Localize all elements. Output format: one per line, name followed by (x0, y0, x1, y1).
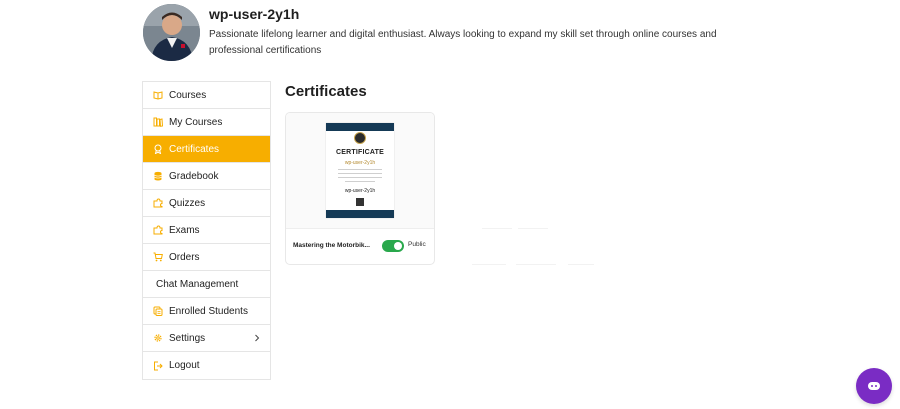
chat-bubble-icon (868, 382, 880, 390)
profile-header: wp-user-2y1h Passionate lifelong learner… (143, 4, 763, 62)
certificate-band-bottom (326, 210, 394, 218)
dashboard-sidebar: Courses My Courses Certificates Gradeboo… (142, 81, 271, 380)
certificate-recipient: wp-user-2y1h (344, 160, 376, 166)
sidebar-item-label: Exams (169, 224, 200, 236)
sidebar-item-label: Orders (169, 251, 200, 263)
sidebar-item-my-courses[interactable]: My Courses (143, 109, 270, 136)
seal-icon (354, 132, 366, 144)
certificate-document: CERTIFICATE wp-user-2y1h wp-user-2y1h (326, 123, 394, 218)
students-icon (152, 305, 164, 317)
logout-icon (152, 360, 164, 372)
sidebar-item-label: Gradebook (169, 170, 219, 182)
public-label: Public (408, 241, 426, 248)
certificate-preview[interactable]: CERTIFICATE wp-user-2y1h wp-user-2y1h (286, 113, 434, 229)
award-icon (152, 143, 164, 155)
certificate-text-line (338, 177, 382, 178)
sidebar-item-label: Logout (169, 360, 200, 371)
certificate-text-line (338, 169, 382, 170)
qr-code-icon (356, 198, 364, 206)
books-icon (152, 116, 164, 128)
username: wp-user-2y1h (209, 6, 300, 22)
certificate-footer: Mastering the Motorbik... Public (293, 240, 431, 254)
sidebar-item-enrolled-students[interactable]: Enrolled Students (143, 298, 270, 325)
toggle-knob (394, 242, 402, 250)
puzzle-icon (152, 224, 164, 236)
faded-placeholder (472, 228, 594, 266)
sidebar-item-chat-management[interactable]: Chat Management (143, 271, 270, 298)
sidebar-item-certificates[interactable]: Certificates (143, 136, 270, 163)
certificate-name: Mastering the Motorbik... (293, 242, 370, 249)
sidebar-item-label: Chat Management (156, 278, 239, 290)
page-title: Certificates (285, 83, 367, 100)
book-open-icon (152, 89, 164, 101)
sidebar-item-label: My Courses (169, 116, 223, 128)
certificate-band-top (326, 123, 394, 131)
cart-icon (152, 251, 164, 263)
certificate-heading: CERTIFICATE (336, 149, 384, 156)
chat-widget-button[interactable] (856, 368, 892, 404)
sidebar-item-gradebook[interactable]: Gradebook (143, 163, 270, 190)
sidebar-item-courses[interactable]: Courses (143, 82, 270, 109)
avatar[interactable] (143, 4, 200, 61)
sidebar-item-label: Enrolled Students (169, 305, 248, 317)
public-toggle[interactable] (382, 240, 404, 252)
certificate-text-line (338, 173, 382, 174)
certificate-text-line (345, 181, 375, 182)
certificate-recipient-name: wp-user-2y1h (344, 188, 376, 194)
sidebar-item-logout[interactable]: Logout (143, 352, 270, 379)
sidebar-item-label: Settings (169, 332, 206, 344)
gear-icon (152, 332, 164, 344)
sidebar-item-orders[interactable]: Orders (143, 244, 270, 271)
sidebar-item-label: Certificates (169, 143, 220, 155)
sidebar-item-settings[interactable]: Settings (143, 325, 270, 352)
user-bio: Passionate lifelong learner and digital … (209, 29, 717, 56)
puzzle-icon (152, 197, 164, 209)
database-icon (152, 170, 164, 182)
sidebar-item-label: Courses (169, 89, 207, 101)
chevron-right-icon (255, 334, 260, 342)
certificate-card: CERTIFICATE wp-user-2y1h wp-user-2y1h Ma… (285, 112, 435, 265)
sidebar-item-exams[interactable]: Exams (143, 217, 270, 244)
sidebar-item-quizzes[interactable]: Quizzes (143, 190, 270, 217)
sidebar-item-label: Quizzes (169, 197, 206, 209)
